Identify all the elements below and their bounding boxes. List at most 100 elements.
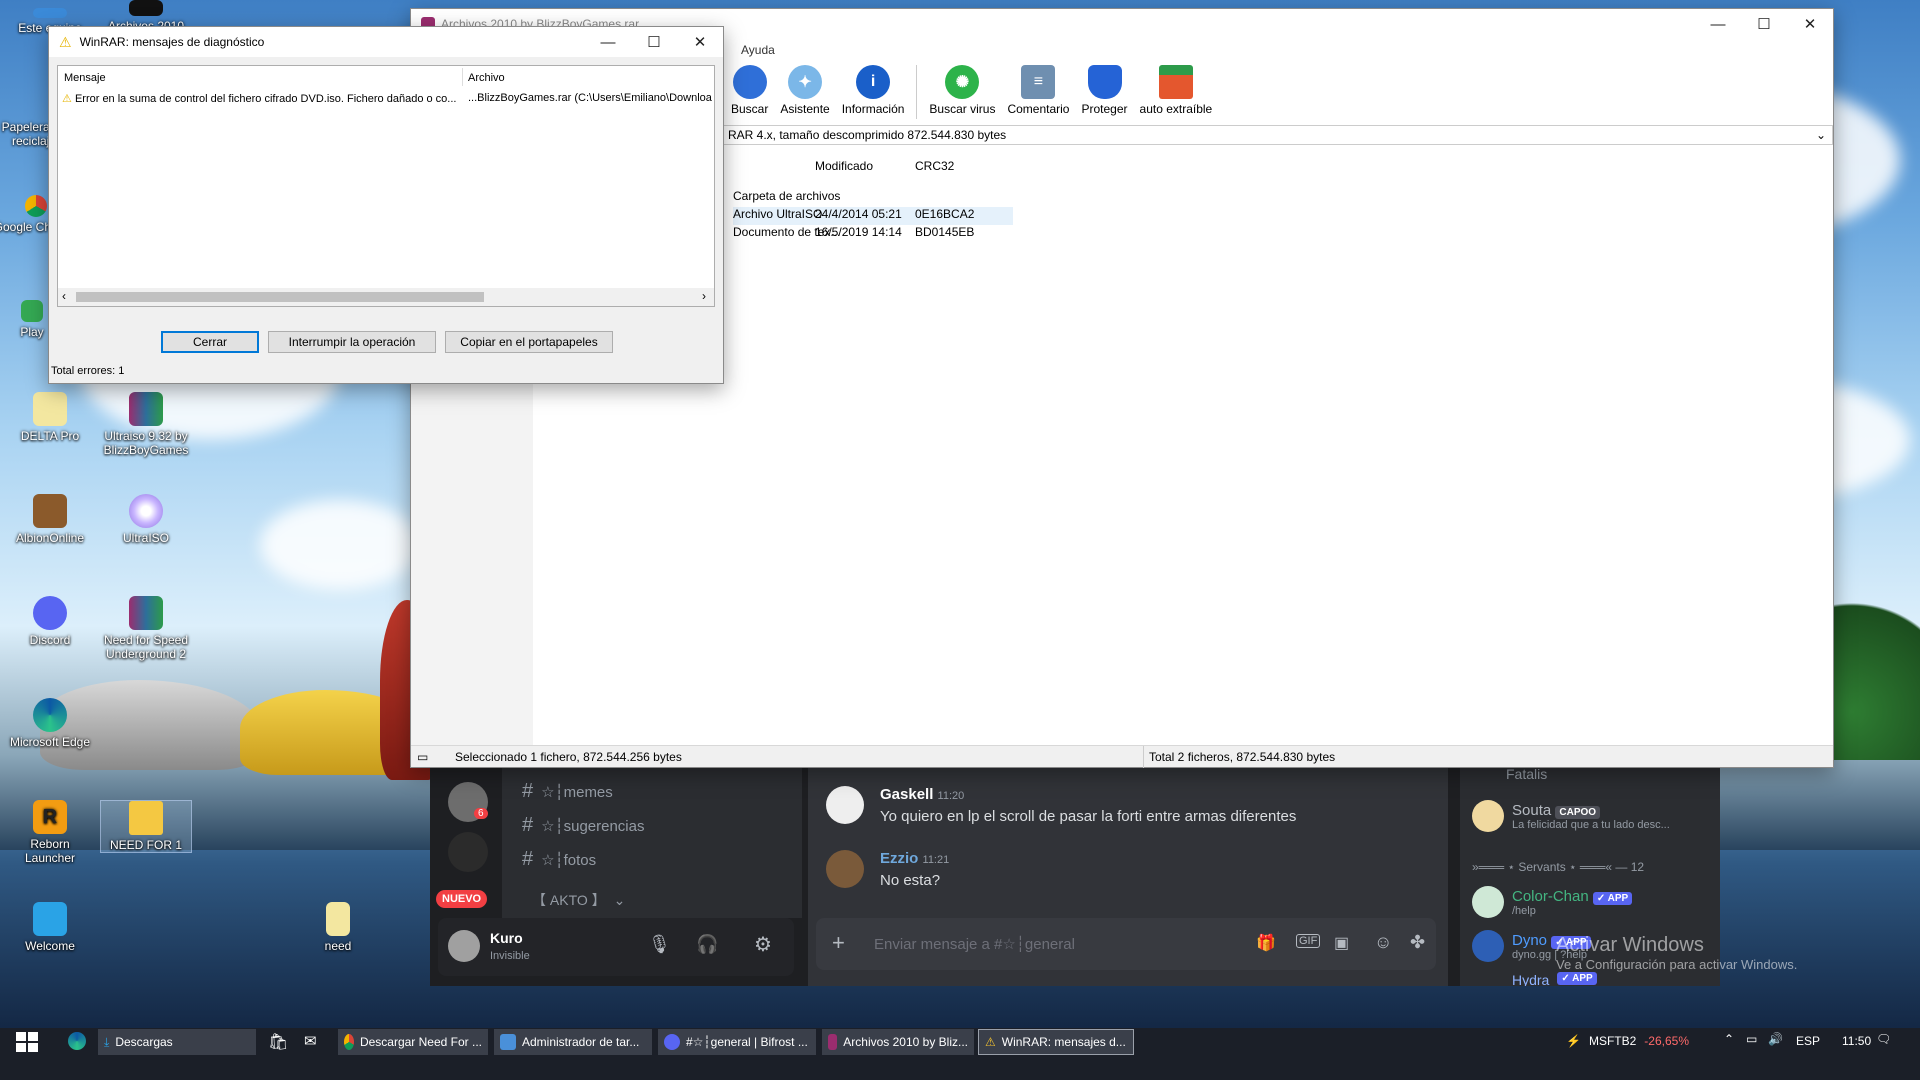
desktop-icon-ultraiso-installer[interactable]: Ultraiso 9.32 by BlizzBoyGames: [100, 392, 192, 457]
language-indicator[interactable]: ESP: [1796, 1034, 1820, 1048]
desktop-icon-discord[interactable]: Discord: [4, 596, 96, 647]
toolbar-search-button[interactable]: Buscar: [727, 65, 772, 119]
stock-widget[interactable]: ⚡ MSFTB2 -26,65%: [1566, 1034, 1689, 1048]
member-section-servants: »═══ ⋆ Servants ⋆ ═══« — 12: [1472, 860, 1645, 874]
avatar[interactable]: [448, 930, 480, 962]
gif-icon[interactable]: GIF: [1296, 934, 1321, 948]
network-icon[interactable]: ▭: [1746, 1032, 1757, 1046]
emoji-icon[interactable]: ☺: [1374, 932, 1392, 953]
path-bar[interactable]: RAR 4.x, tamaño descomprimido 872.544.83…: [721, 125, 1833, 145]
message-author[interactable]: Gaskell: [880, 786, 933, 803]
volume-icon[interactable]: 🔊: [1768, 1032, 1783, 1046]
horizontal-scrollbar[interactable]: ‹ ›: [58, 288, 714, 306]
scroll-right-icon[interactable]: ›: [702, 289, 706, 303]
member-list: Fatalis Souta CAPOO La felicidad que a t…: [1460, 766, 1797, 986]
server-icon-2[interactable]: [448, 832, 488, 872]
column-message[interactable]: Mensaje: [64, 72, 106, 84]
dialog-titlebar: ⚠ WinRAR: mensajes de diagnóstico — ☐ ✕: [49, 27, 723, 57]
tray-chevron-icon[interactable]: ⌃: [1724, 1032, 1734, 1046]
file-row-selected[interactable]: Archivo UltraISO 24/4/2014 05:21 0E16BCA…: [733, 207, 1013, 225]
apps-icon[interactable]: ✤: [1410, 932, 1425, 953]
edge-taskbar-icon[interactable]: [68, 1032, 86, 1050]
avatar: [1472, 800, 1504, 832]
plus-icon[interactable]: +: [832, 930, 845, 956]
clock[interactable]: 11:50: [1842, 1034, 1871, 1048]
toolbar-virus-scan-button[interactable]: ✺ Buscar virus: [925, 65, 999, 119]
desktop-icon-need[interactable]: need: [292, 902, 384, 953]
interrupt-button[interactable]: Interrumpir la operación: [268, 331, 436, 353]
file-row[interactable]: Carpeta de archivos: [733, 189, 993, 207]
close-dialog-button[interactable]: Cerrar: [161, 331, 259, 353]
toolbar-info-button[interactable]: i Información: [838, 65, 909, 119]
member-souta[interactable]: Souta CAPOO La felicidad que a tu lado d…: [1472, 800, 1670, 832]
maximize-button[interactable]: ☐: [1741, 9, 1787, 39]
channel-memes[interactable]: # ☆┆memes: [522, 780, 613, 803]
scroll-thumb[interactable]: [76, 292, 484, 302]
taskbar-item-discord[interactable]: #☆┆general | Bifrost ...: [658, 1029, 816, 1055]
toolbar-comment-button[interactable]: ≡ Comentario: [1003, 65, 1073, 119]
desktop-icon-edge[interactable]: Microsoft Edge: [4, 698, 96, 749]
maximize-button[interactable]: ☐: [631, 27, 677, 57]
mail-icon[interactable]: ✉: [304, 1032, 317, 1050]
sticker-icon[interactable]: ▣: [1334, 933, 1349, 953]
download-icon: ⤓: [104, 1034, 110, 1049]
toolbar-protect-button[interactable]: Proteger: [1077, 65, 1131, 119]
microphone-icon[interactable]: 🎙: [648, 934, 671, 955]
taskbar-item-descargas[interactable]: ⤓ Descargas: [98, 1029, 256, 1055]
chevron-down-icon[interactable]: ⌄: [1816, 128, 1832, 142]
taskbar-item-winrar[interactable]: Archivos 2010 by Bliz...: [822, 1029, 974, 1055]
file-row[interactable]: Documento de tex... 16/5/2019 14:14 BD01…: [733, 225, 1013, 243]
message-input[interactable]: Enviar mensaje a #☆┆general: [874, 935, 1075, 953]
avatar[interactable]: [826, 850, 864, 888]
message-composer[interactable]: + Enviar mensaje a #☆┆general 🎁 GIF ▣ ☺ …: [816, 918, 1436, 970]
toolbar-sfx-button[interactable]: auto extraíble: [1136, 65, 1217, 119]
category-akto[interactable]: 【 AKTO 】 ⌄: [532, 890, 625, 910]
member-hydra[interactable]: Hydra ✓ APP: [1472, 972, 1597, 986]
member-top[interactable]: Fatalis: [1506, 766, 1547, 782]
desktop-icon-welcome[interactable]: Welcome: [4, 902, 96, 953]
gear-icon[interactable]: ⚙: [754, 932, 772, 957]
desktop-icon-delta-pro[interactable]: DELTA Pro: [4, 392, 96, 443]
delta-pro-icon: [33, 392, 67, 426]
column-crc32[interactable]: CRC32: [915, 159, 954, 173]
taskbar-item-winrar-diag[interactable]: ⚠ WinRAR: mensajes d...: [978, 1029, 1134, 1055]
avatar[interactable]: [826, 786, 864, 824]
desktop-icon-reborn-launcher[interactable]: R Reborn Launcher: [4, 800, 96, 865]
winrar-toolbar: Buscar ✦ Asistente i Información ✺ Buscar v…: [727, 65, 1216, 119]
column-modified[interactable]: Modificado: [815, 159, 873, 173]
close-button[interactable]: ✕: [1787, 9, 1833, 39]
toolbar-wizard-button[interactable]: ✦ Asistente: [776, 65, 833, 119]
column-file[interactable]: Archivo: [468, 72, 505, 84]
headphones-icon[interactable]: 🎧: [696, 934, 718, 955]
drive-icon: ▭: [417, 750, 429, 764]
start-button[interactable]: [16, 1032, 38, 1052]
scroll-left-icon[interactable]: ‹: [62, 289, 66, 303]
gift-icon[interactable]: 🎁: [1256, 933, 1276, 953]
close-button[interactable]: ✕: [677, 27, 723, 57]
hash-icon: #: [522, 814, 534, 836]
chrome-icon: [344, 1034, 354, 1050]
copy-clipboard-button[interactable]: Copiar en el portapapeles: [445, 331, 613, 353]
taskbar-item-chrome[interactable]: Descargar Need For ...: [338, 1029, 488, 1055]
minimize-button[interactable]: —: [585, 27, 631, 57]
message-author[interactable]: Ezzio: [880, 850, 918, 867]
username: Kuro: [490, 930, 523, 946]
comment-icon: ≡: [1021, 65, 1056, 99]
notifications-icon[interactable]: 🗨: [1876, 1032, 1891, 1046]
minimize-button[interactable]: —: [1695, 9, 1741, 39]
desktop-icon-ultraiso[interactable]: UltraISO: [100, 494, 192, 545]
channel-sugerencias[interactable]: # ☆┆sugerencias: [522, 814, 644, 837]
chrome-icon: [25, 195, 47, 217]
desktop-icon-need-for-1[interactable]: NEED FOR 1: [100, 800, 192, 853]
albion-icon: [33, 494, 67, 528]
channel-fotos[interactable]: # ☆┆fotos: [522, 848, 596, 871]
user-panel: Kuro Invisible 🎙 🎧 ⚙: [438, 918, 794, 976]
store-icon[interactable]: 🛍: [268, 1032, 288, 1052]
message-text: Yo quiero en lp el scroll de pasar la fo…: [880, 808, 1297, 825]
desktop-icon-nfs-underground[interactable]: Need for Speed Underground 2: [100, 596, 192, 661]
message-row[interactable]: ⚠ Error en la suma de control del ficher…: [62, 92, 712, 108]
desktop-icon-albion[interactable]: AlbionOnline: [4, 494, 96, 545]
taskbar-item-task-manager[interactable]: Administrador de tar...: [494, 1029, 652, 1055]
menu-help[interactable]: Ayuda: [741, 43, 775, 57]
member-color-chan[interactable]: Color-Chan ✓ APP /help: [1472, 886, 1633, 918]
